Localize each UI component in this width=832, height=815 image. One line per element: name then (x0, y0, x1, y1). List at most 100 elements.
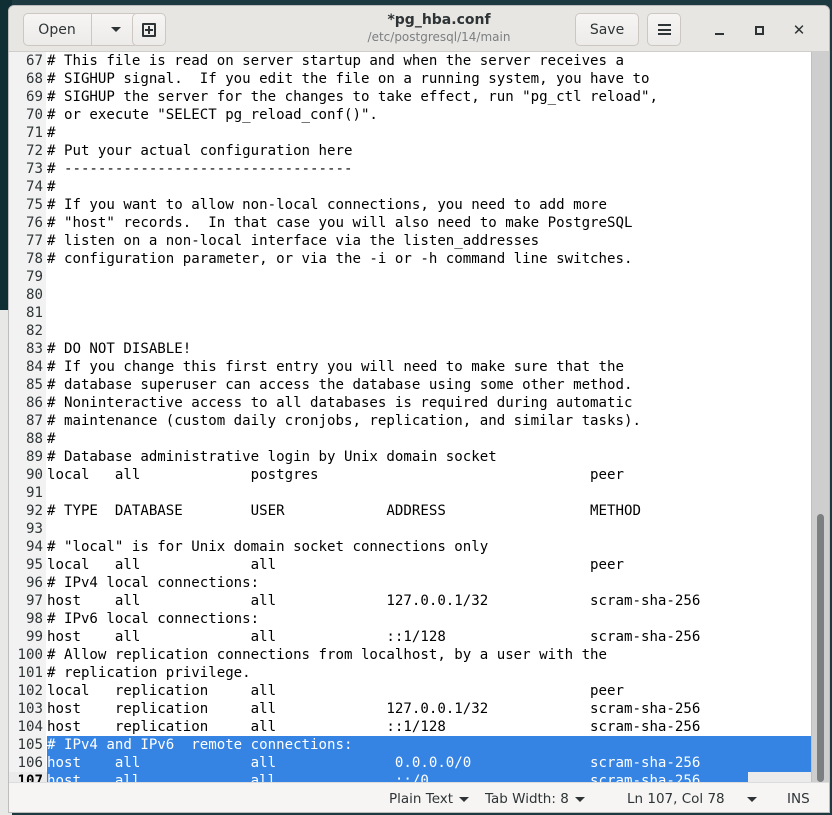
editor-line[interactable]: 86 # Noninteractive access to all databas… (9, 394, 819, 412)
open-button[interactable]: Open (24, 14, 90, 45)
editor-line[interactable]: 101 # replication privilege. (9, 664, 819, 682)
editor-line[interactable]: 96 # IPv4 local connections: (9, 574, 819, 592)
editor-line[interactable]: 92 # TYPE DATABASE USER ADDRESS METHOD (9, 502, 819, 520)
editor-lines: 67 # This file is read on server startup … (9, 52, 819, 782)
editor-line[interactable]: 104 host replication all ::1/128 scram-sh… (9, 718, 819, 736)
editor-line[interactable]: 75 # If you want to allow non-local conne… (9, 196, 819, 214)
editor-line[interactable]: 106 host all all 0.0.0.0/0 scram-sha-256 (9, 754, 819, 772)
editor-line[interactable]: 67 # This file is read on server startup … (9, 52, 819, 70)
language-selector[interactable]: Plain Text (389, 791, 470, 807)
line-number: 67 (26, 53, 43, 69)
line-number: 97 (26, 593, 43, 609)
editor-line[interactable]: 87 # maintenance (custom daily cronjobs, … (9, 412, 819, 430)
line-number: 101 (17, 665, 43, 681)
editor-line[interactable]: 97 host all all 127.0.0.1/32 scram-sha-25… (9, 592, 819, 610)
line-text: # (47, 125, 56, 141)
line-text: # or execute "SELECT pg_reload_conf()". (47, 107, 378, 123)
line-number: 73 (26, 161, 43, 177)
editor-line[interactable]: 72 # Put your actual configuration here (9, 142, 819, 160)
line-number: 83 (26, 341, 43, 357)
editor-line[interactable]: 80 (9, 286, 819, 304)
editor-line[interactable]: 98 # IPv6 local connections: (9, 610, 819, 628)
line-text: # listen on a non-local interface via th… (47, 233, 540, 249)
close-button[interactable]: ✕ (787, 18, 811, 42)
editor-line[interactable]: 81 (9, 304, 819, 322)
line-text: # ---------------------------------- (47, 161, 353, 177)
tab-width-selector[interactable]: Tab Width: 8 (485, 791, 585, 807)
editor-line[interactable]: 71 # (9, 124, 819, 142)
editor-line[interactable]: 89 # Database administrative login by Uni… (9, 448, 819, 466)
editor-line[interactable]: 94 # "local" is for Unix domain socket co… (9, 538, 819, 556)
editor-line[interactable]: 74 # (9, 178, 819, 196)
minimize-button[interactable] (707, 18, 731, 42)
editor-line[interactable]: 95 local all all peer (9, 556, 819, 574)
editor-line[interactable]: 102 local replication all peer (9, 682, 819, 700)
line-number: 93 (26, 521, 43, 537)
line-number: 106 (17, 755, 43, 771)
insert-mode-label: INS (787, 791, 810, 807)
new-document-icon (142, 22, 156, 37)
headerbar: Open *pg_hba.conf /etc/postgresql/14/mai… (9, 6, 829, 52)
chevron-down-icon (110, 27, 121, 32)
editor-line[interactable]: 90 local all postgres peer (9, 466, 819, 484)
line-text: # Noninteractive access to all databases… (47, 395, 633, 411)
line-number: 92 (26, 503, 43, 519)
editor-line[interactable]: 77 # listen on a non-local interface via … (9, 232, 819, 250)
editor-line[interactable]: 85 # database superuser can access the da… (9, 376, 819, 394)
minimize-icon (714, 33, 724, 35)
save-button[interactable]: Save (575, 13, 639, 46)
chevron-down-icon (459, 796, 470, 802)
line-text: # configuration parameter, or via the -i… (47, 251, 633, 267)
line-number: 103 (17, 701, 43, 717)
line-text: # database superuser can access the data… (47, 377, 633, 393)
editor-line[interactable]: 93 (9, 520, 819, 538)
line-text: local all postgres peer (47, 467, 624, 483)
editor-line[interactable]: 68 # SIGHUP signal. If you edit the file … (9, 70, 819, 88)
hamburger-menu-icon (657, 24, 671, 35)
editor-line[interactable]: 76 # "host" records. In that case you wil… (9, 214, 819, 232)
editor-line[interactable]: 79 (9, 268, 819, 286)
vertical-scrollbar[interactable] (811, 52, 829, 782)
insert-mode-indicator[interactable]: INS (787, 791, 810, 807)
line-text: # IPv4 and IPv6 remote connections: (47, 737, 353, 753)
maximize-button[interactable] (747, 18, 771, 42)
scrollbar-thumb[interactable] (817, 514, 824, 782)
cursor-position-label: Ln 107, Col 78 (627, 791, 725, 807)
editor-line[interactable]: 69 # SIGHUP the server for the changes to… (9, 88, 819, 106)
line-number: 82 (26, 323, 43, 339)
tab-width-label: Tab Width: 8 (485, 791, 569, 807)
editor-line[interactable]: 73 # ---------------------------------- (9, 160, 819, 178)
chevron-down-icon (747, 797, 757, 802)
new-tab-button[interactable] (132, 13, 166, 46)
open-button-group: Open (23, 13, 139, 46)
position-dropdown[interactable] (747, 797, 757, 802)
cursor-position[interactable]: Ln 107, Col 78 (627, 791, 725, 807)
line-number: 72 (26, 143, 43, 159)
line-text: # If you want to allow non-local connect… (47, 197, 608, 213)
editor-line[interactable]: 105 # IPv4 and IPv6 remote connections: (9, 736, 819, 754)
line-number: 68 (26, 71, 43, 87)
text-editor[interactable]: 67 # This file is read on server startup … (9, 52, 819, 782)
menu-button[interactable] (647, 13, 681, 46)
line-number: 89 (26, 449, 43, 465)
line-number: 86 (26, 395, 43, 411)
line-number: 79 (26, 269, 43, 285)
editor-line[interactable]: 88 # (9, 430, 819, 448)
editor-line[interactable]: 78 # configuration parameter, or via the … (9, 250, 819, 268)
editor-line[interactable]: 103 host replication all 127.0.0.1/32 scr… (9, 700, 819, 718)
line-text: host all all 0.0.0.0/0 scram-sha-256 (47, 755, 701, 771)
editor-line[interactable]: 82 (9, 322, 819, 340)
line-text: local replication all peer (47, 683, 624, 699)
editor-line[interactable]: 107 host all all ::/0 scram-sha-256 (9, 772, 819, 782)
editor-line[interactable]: 83 # DO NOT DISABLE! (9, 340, 819, 358)
line-text: local all all peer (47, 557, 624, 573)
editor-line[interactable]: 100 # Allow replication connections from … (9, 646, 819, 664)
editor-line[interactable]: 91 (9, 484, 819, 502)
editor-line[interactable]: 99 host all all ::1/128 scram-sha-256 (9, 628, 819, 646)
line-text: # Database administrative login by Unix … (47, 449, 497, 465)
line-number: 84 (26, 359, 43, 375)
editor-line[interactable]: 84 # If you change this first entry you w… (9, 358, 819, 376)
editor-line[interactable]: 70 # or execute "SELECT pg_reload_conf()"… (9, 106, 819, 124)
line-text: host all all 127.0.0.1/32 scram-sha-256 (47, 593, 701, 609)
line-number: 71 (26, 125, 43, 141)
